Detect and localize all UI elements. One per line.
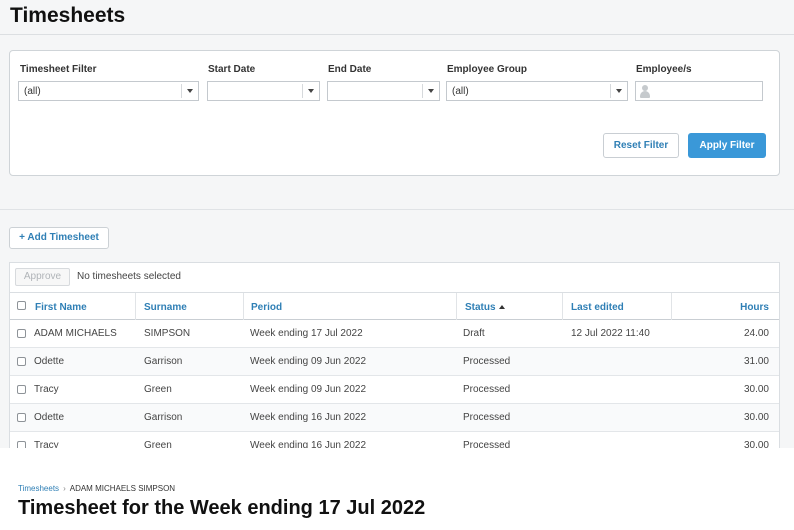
sort-ascending-icon	[498, 305, 505, 309]
timesheet-filter-value: (all)	[24, 86, 41, 97]
chevron-down-icon	[428, 89, 434, 93]
cell-surname: SIMPSON	[144, 328, 191, 339]
cell-hours: 30.00	[743, 384, 769, 395]
reset-filter-button[interactable]: Reset Filter	[603, 133, 679, 158]
approve-button[interactable]: Approve	[15, 268, 70, 286]
page-title: Timesheets	[10, 4, 126, 27]
filter-panel: Timesheet Filter (all) Start Date End Da…	[9, 50, 780, 176]
table-row[interactable]: Odette Garrison Week ending 16 Jun 2022 …	[10, 404, 779, 432]
start-date-label: Start Date	[208, 64, 256, 75]
table-header: First Name Surname Period Status Last ed…	[10, 292, 779, 320]
cell-hours: 30.00	[743, 412, 769, 423]
column-header-status[interactable]: Status	[465, 302, 505, 313]
table-row[interactable]: ADAM MICHAELS SIMPSON Week ending 17 Jul…	[10, 320, 779, 348]
cell-status: Processed	[463, 440, 511, 448]
timesheets-list-view: Timesheets Timesheet Filter (all) Start …	[0, 0, 794, 448]
row-checkbox[interactable]	[17, 385, 26, 394]
column-header-hours[interactable]: Hours	[740, 302, 769, 313]
end-date-label: End Date	[328, 64, 372, 75]
cell-first-name: Tracy	[34, 440, 59, 448]
chevron-down-icon	[187, 89, 193, 93]
employees-label: Employee/s	[636, 64, 692, 75]
detail-page-title: Timesheet for the Week ending 17 Jul 202…	[18, 497, 426, 519]
table-row[interactable]: Tracy Green Week ending 09 Jun 2022 Proc…	[10, 376, 779, 404]
section-divider	[0, 209, 794, 210]
row-checkbox[interactable]	[17, 357, 26, 366]
cell-first-name: Tracy	[34, 384, 59, 395]
person-icon	[640, 85, 650, 98]
selection-status: No timesheets selected	[77, 271, 181, 282]
cell-surname: Green	[144, 384, 172, 395]
column-header-first-name[interactable]: First Name	[35, 302, 87, 313]
row-checkbox[interactable]	[17, 413, 26, 422]
chevron-down-icon	[308, 89, 314, 93]
cell-period: Week ending 16 Jun 2022	[250, 440, 367, 448]
employees-input[interactable]	[635, 81, 763, 101]
chevron-down-icon	[616, 89, 622, 93]
cell-surname: Garrison	[144, 412, 183, 423]
row-checkbox[interactable]	[17, 441, 26, 448]
breadcrumb-timesheets-link[interactable]: Timesheets	[18, 484, 59, 493]
cell-period: Week ending 09 Jun 2022	[250, 356, 367, 367]
column-header-period[interactable]: Period	[251, 302, 282, 313]
cell-period: Week ending 17 Jul 2022	[250, 328, 363, 339]
timesheets-table: Approve No timesheets selected First Nam…	[9, 262, 780, 448]
employee-group-label: Employee Group	[447, 64, 528, 75]
apply-filter-button[interactable]: Apply Filter	[688, 133, 766, 158]
cell-status: Processed	[463, 412, 511, 423]
end-date-select[interactable]	[327, 81, 440, 101]
cell-hours: 31.00	[743, 356, 769, 367]
cell-last-edited: 12 Jul 2022 11:40	[571, 328, 650, 339]
timesheet-filter-label: Timesheet Filter	[20, 64, 97, 75]
cell-status: Draft	[463, 328, 485, 339]
timesheet-filter-select[interactable]: (all)	[18, 81, 199, 101]
title-divider	[0, 34, 794, 35]
table-row[interactable]: Tracy Green Week ending 16 Jun 2022 Proc…	[10, 432, 779, 448]
breadcrumb: Timesheets › ADAM MICHAELS SIMPSON	[18, 484, 175, 493]
cell-status: Processed	[463, 356, 511, 367]
cell-surname: Garrison	[144, 356, 183, 367]
cell-period: Week ending 09 Jun 2022	[250, 384, 367, 395]
employee-group-select[interactable]: (all)	[446, 81, 628, 101]
employee-group-value: (all)	[452, 86, 469, 97]
cell-first-name: ADAM MICHAELS	[34, 328, 117, 339]
timesheet-detail-view: Timesheets › ADAM MICHAELS SIMPSON Timeshe…	[0, 448, 794, 530]
cell-hours: 24.00	[743, 328, 769, 339]
column-header-last-edited[interactable]: Last edited	[571, 302, 624, 313]
table-row[interactable]: Odette Garrison Week ending 09 Jun 2022 …	[10, 348, 779, 376]
breadcrumb-separator: ›	[63, 484, 66, 493]
breadcrumb-current: ADAM MICHAELS SIMPSON	[69, 484, 176, 493]
select-all-checkbox[interactable]	[17, 301, 26, 310]
cell-period: Week ending 16 Jun 2022	[250, 412, 367, 423]
start-date-select[interactable]	[207, 81, 320, 101]
column-header-surname[interactable]: Surname	[144, 302, 187, 313]
cell-first-name: Odette	[34, 412, 65, 423]
cell-surname: Green	[144, 440, 172, 448]
cell-hours: 30.00	[743, 440, 769, 448]
cell-status: Processed	[463, 384, 511, 395]
add-timesheet-button[interactable]: + Add Timesheet	[9, 227, 109, 249]
row-checkbox[interactable]	[17, 329, 26, 338]
cell-first-name: Odette	[34, 356, 65, 367]
